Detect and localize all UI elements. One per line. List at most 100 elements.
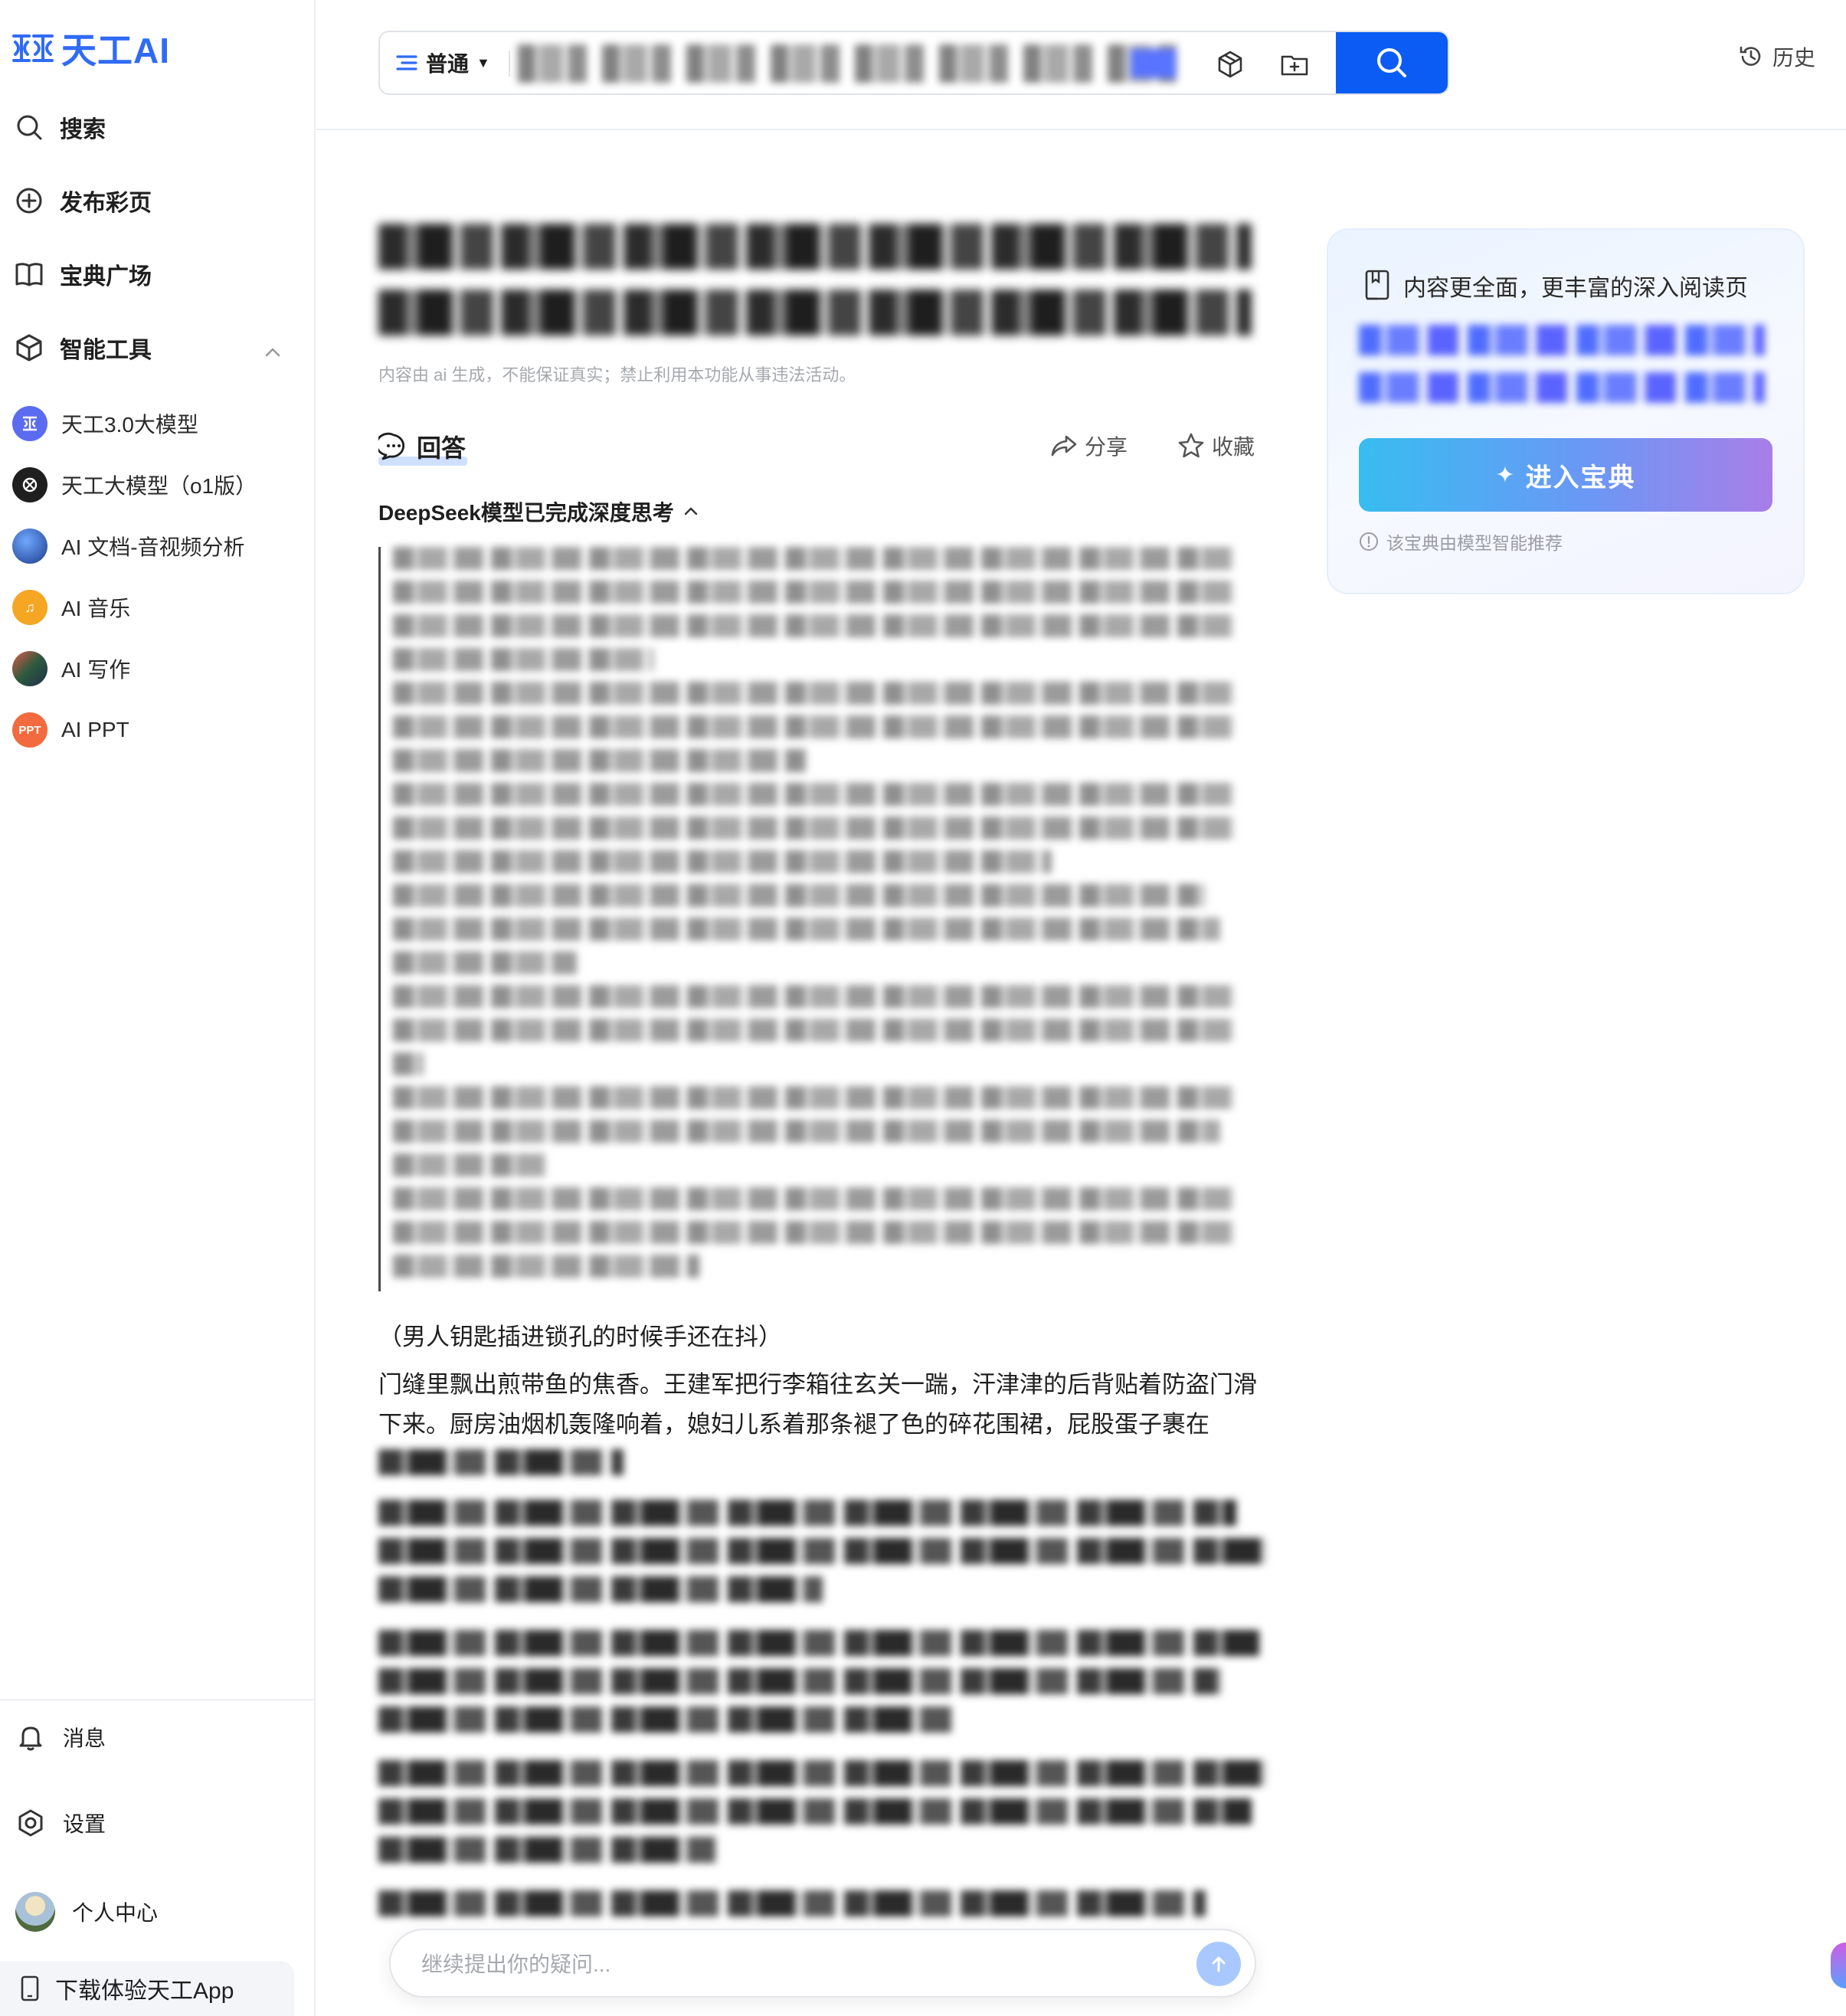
tool-label: 天工大模型（o1版） — [61, 474, 257, 498]
nav-treasure-square[interactable]: 宝典广场 — [14, 257, 152, 291]
enter-treasure-label: 进入宝典 — [1525, 463, 1636, 493]
star-icon — [1178, 433, 1204, 458]
nav-label: 搜索 — [60, 117, 106, 142]
card-note-text: 该宝典由模型智能推荐 — [1386, 533, 1563, 553]
history-button[interactable]: 历史 — [1737, 41, 1815, 72]
sparkle-icon: ✦ — [1495, 462, 1517, 488]
tab-answer[interactable]: 回答 — [378, 429, 468, 466]
card-heading-text: 内容更全面，更丰富的深入阅读页 — [1403, 276, 1748, 301]
tool-label: AI 文档-音视频分析 — [61, 535, 245, 559]
bottom-label: 设置 — [63, 1812, 106, 1836]
share-button[interactable]: 分享 — [1049, 430, 1128, 461]
doc-av-icon — [12, 529, 47, 564]
bottom-label: 个人中心 — [72, 1901, 159, 1925]
answer-tab-label: 回答 — [417, 434, 466, 462]
music-icon: ♫ — [12, 590, 47, 625]
tool-ai-writing[interactable]: AI 写作 — [12, 651, 130, 686]
phone-icon — [21, 1975, 39, 2001]
tool-ai-ppt[interactable]: PPT AI PPT — [12, 712, 129, 748]
chat-bubble-icon — [378, 432, 405, 460]
nav-messages[interactable]: 消息 — [15, 1722, 106, 1753]
search-mode-select[interactable]: 普通 ▼ — [395, 32, 490, 93]
favorite-label: 收藏 — [1212, 435, 1255, 459]
tool-doc-av-analysis[interactable]: AI 文档-音视频分析 — [12, 529, 245, 564]
search-box[interactable]: 普通 ▼ — [378, 31, 1449, 95]
floating-assistant-button[interactable] — [1831, 1942, 1846, 1988]
chevron-up-icon[interactable] — [262, 342, 283, 363]
tiangong-o1-icon — [12, 467, 47, 502]
search-query-redacted[interactable] — [518, 44, 1192, 83]
nav-label: 宝典广场 — [60, 264, 152, 290]
plus-circle-icon — [16, 188, 42, 214]
nav-label: 发布彩页 — [60, 191, 152, 216]
folder-add-icon[interactable] — [1278, 47, 1311, 81]
writing-icon — [12, 651, 47, 686]
bell-icon — [19, 1726, 42, 1751]
mode-divider — [509, 51, 510, 77]
avatar — [15, 1892, 55, 1932]
answer-text-redacted — [378, 1890, 1267, 1929]
card-title-redacted — [1359, 325, 1765, 420]
logo[interactable]: 天工AI — [11, 23, 170, 74]
bottom-label: 消息 — [63, 1726, 106, 1750]
answer-text-redacted — [378, 1449, 1267, 1487]
answer-text-redacted — [378, 1760, 1267, 1875]
history-label: 历史 — [1772, 46, 1815, 70]
settings-icon — [18, 1809, 43, 1837]
caret-down-icon: ▼ — [476, 54, 490, 70]
nav-smart-tools[interactable]: 智能工具 — [14, 331, 152, 365]
share-label: 分享 — [1085, 435, 1128, 459]
book-icon — [15, 263, 43, 286]
top-bar: 普通 ▼ 历史 — [316, 0, 1846, 130]
treasure-recommend-card: 内容更全面，更丰富的深入阅读页 ✦ 进入宝典 该宝典由模型智能推荐 — [1327, 228, 1805, 594]
follow-up-placeholder: 继续提出你的疑问... — [421, 1952, 611, 1976]
card-note: 该宝典由模型智能推荐 — [1359, 529, 1563, 555]
info-icon — [1360, 532, 1378, 551]
tool-tiangong-3[interactable]: 天工3.0大模型 — [12, 406, 198, 441]
cube-tool-icon[interactable] — [1213, 47, 1247, 81]
history-icon — [1740, 46, 1761, 66]
sidebar-divider — [0, 1699, 316, 1700]
cube-icon — [16, 334, 42, 362]
book-bookmark-icon — [1365, 270, 1389, 300]
nav-settings[interactable]: 设置 — [15, 1808, 106, 1838]
nav-profile[interactable]: 个人中心 — [15, 1892, 158, 1932]
answer-scene-note: （男人钥匙插进锁孔的时候手还在抖） — [378, 1324, 782, 1350]
deep-thinking-toggle[interactable]: DeepSeek模型已完成深度思考 — [378, 496, 700, 527]
question-title-redacted — [378, 224, 1252, 340]
search-icon — [17, 115, 42, 140]
thinking-status: DeepSeek模型已完成深度思考 — [378, 501, 674, 525]
download-app-button[interactable]: 下载体验天工App — [0, 1961, 294, 2016]
ppt-icon: PPT — [12, 712, 47, 748]
answer-text-redacted — [378, 1500, 1267, 1615]
tiangong-3-icon — [12, 406, 47, 441]
mode-label: 普通 — [426, 52, 470, 76]
tool-label: AI PPT — [61, 718, 129, 741]
tool-label: AI 音乐 — [61, 597, 131, 620]
tool-label: 天工3.0大模型 — [61, 413, 198, 437]
tool-ai-music[interactable]: ♫ AI 音乐 — [12, 590, 130, 625]
logo-text: 天工AI — [61, 31, 170, 70]
tiangong-logo-icon — [12, 34, 54, 62]
download-label: 下载体验天工App — [55, 1978, 234, 2004]
favorite-button[interactable]: 收藏 — [1177, 430, 1255, 461]
nav-publish[interactable]: 发布彩页 — [14, 184, 152, 218]
enter-treasure-button[interactable]: ✦ 进入宝典 — [1359, 438, 1772, 512]
follow-up-input[interactable]: 继续提出你的疑问... — [389, 1929, 1256, 1998]
nav-search[interactable]: 搜索 — [14, 110, 106, 144]
answer-text-redacted — [378, 1630, 1267, 1745]
search-button[interactable] — [1336, 32, 1448, 93]
answer-paragraph: 门缝里飘出煎带鱼的焦香。王建军把行李箱往玄关一踹，汗津津的后背贴着防盗门滑下来。… — [378, 1371, 1257, 1438]
ai-disclaimer: 内容由 ai 生成，不能保证真实；禁止利用本功能从事违法活动。 — [378, 365, 856, 385]
send-button[interactable] — [1196, 1942, 1241, 1986]
search-icon — [1377, 48, 1406, 77]
card-heading: 内容更全面，更丰富的深入阅读页 — [1362, 268, 1748, 303]
tool-label: AI 写作 — [61, 658, 131, 682]
nav-label: 智能工具 — [60, 338, 152, 363]
chevron-up-icon — [684, 507, 698, 515]
sidebar: 天工AI 搜索 发布彩页 宝典广场 智能工具 天工3.0大模型 天工大模型（o1… — [0, 0, 316, 2016]
thinking-content-redacted — [378, 547, 1239, 1291]
mode-list-icon — [396, 55, 417, 70]
share-icon — [1051, 435, 1077, 457]
tool-tiangong-o1[interactable]: 天工大模型（o1版） — [12, 467, 257, 502]
